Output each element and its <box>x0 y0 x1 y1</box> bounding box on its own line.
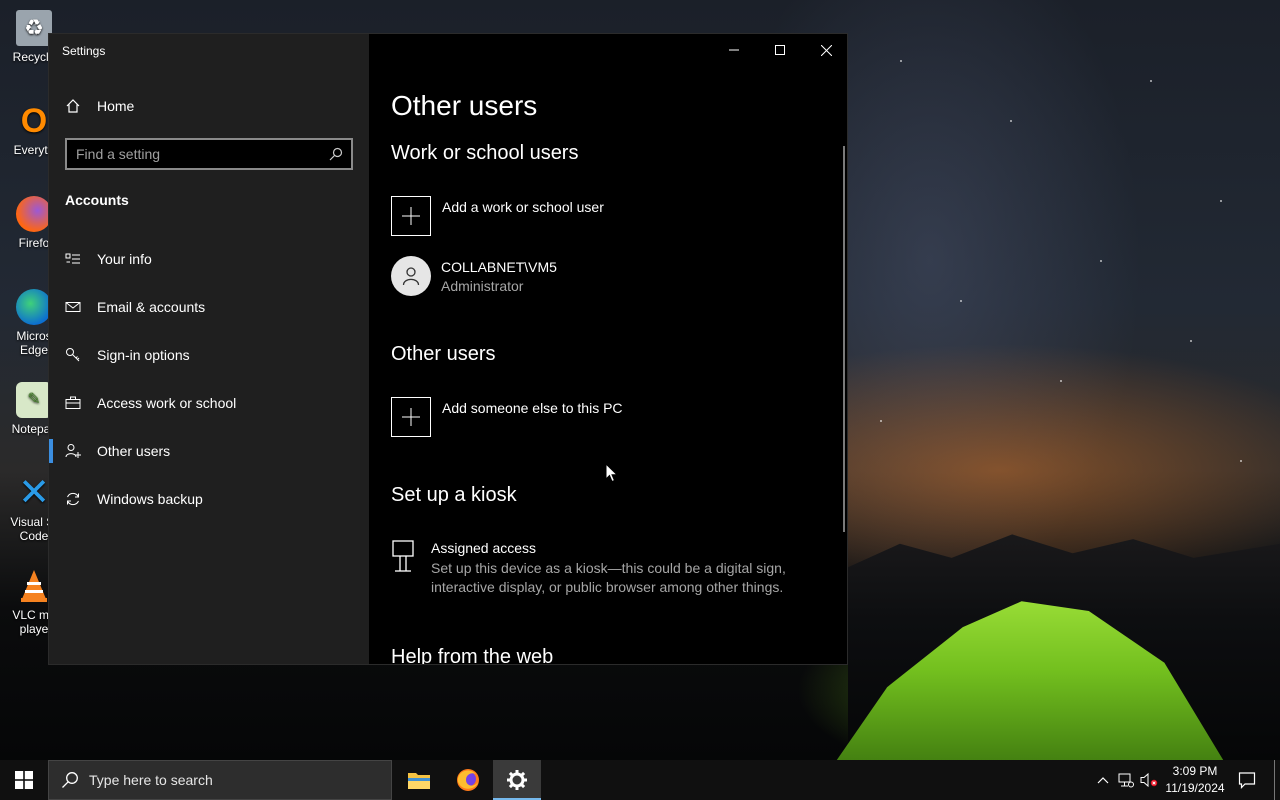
find-setting-search[interactable] <box>65 138 353 170</box>
user-name: COLLABNET\VM5 <box>441 259 557 275</box>
vlc-icon <box>16 568 52 604</box>
sidebar-item-label: Your info <box>97 251 152 267</box>
search-icon <box>62 772 78 788</box>
folder-icon <box>408 773 430 789</box>
kiosk-heading: Set up a kiosk <box>391 484 517 506</box>
sidebar-item-your-info[interactable]: Your info <box>49 239 369 279</box>
window-title: Settings <box>62 44 106 58</box>
start-button[interactable] <box>0 760 48 800</box>
settings-taskbar-button[interactable] <box>493 760 541 800</box>
other-users-heading: Other users <box>391 343 496 365</box>
mail-icon <box>49 299 97 315</box>
volume-muted-icon <box>1140 772 1158 788</box>
sidebar-item-label: Windows backup <box>97 491 203 507</box>
firefox-icon <box>457 769 479 791</box>
avatar <box>391 256 431 296</box>
sidebar-item-label: Sign-in options <box>97 347 190 363</box>
taskbar: Type here to search 3:09 PM 11/19/2024 <box>0 760 1280 800</box>
file-explorer-button[interactable] <box>395 760 443 800</box>
settings-window: Settings Home Accounts Your info Email <box>48 33 848 665</box>
find-setting-input[interactable] <box>67 140 321 168</box>
network-icon <box>1118 773 1134 788</box>
key-icon <box>49 347 97 363</box>
add-work-school-user-label: Add a work or school user <box>442 199 604 215</box>
clock-time: 3:09 PM <box>1172 764 1218 778</box>
kiosk-icon <box>392 540 414 572</box>
sidebar-item-label: Access work or school <box>97 395 237 411</box>
sidebar-item-sign-in-options[interactable]: Sign-in options <box>49 335 369 375</box>
work-school-heading: Work or school users <box>391 142 579 164</box>
plus-icon <box>391 397 431 437</box>
add-someone-else-label: Add someone else to this PC <box>442 400 623 416</box>
chevron-up-icon <box>1097 777 1109 784</box>
sidebar-item-label: Home <box>97 98 135 114</box>
assigned-access-item[interactable]: Assigned access Set up this device as a … <box>391 539 811 597</box>
windows-logo-icon <box>15 771 33 789</box>
sidebar-item-label: Other users <box>97 443 171 459</box>
gear-icon <box>507 770 527 790</box>
taskbar-search[interactable]: Type here to search <box>48 760 392 800</box>
clock-date: 11/19/2024 <box>1165 781 1225 795</box>
sidebar: Settings Home Accounts Your info Email <box>49 34 369 664</box>
sidebar-item-other-users[interactable]: Other users <box>49 431 369 471</box>
sidebar-item-home[interactable]: Home <box>49 86 369 126</box>
recycle-bin-icon: ♻ <box>16 10 52 46</box>
add-person-icon <box>49 443 97 459</box>
sidebar-item-windows-backup[interactable]: Windows backup <box>49 479 369 519</box>
vscode-icon: ✕ <box>18 472 50 514</box>
taskbar-search-placeholder: Type here to search <box>89 772 213 788</box>
page-title: Other users <box>391 90 538 121</box>
sync-icon <box>49 491 97 507</box>
sidebar-item-access-work-school[interactable]: Access work or school <box>49 383 369 423</box>
contact-card-icon <box>49 251 97 267</box>
home-icon <box>49 98 97 114</box>
network-button[interactable] <box>1115 760 1137 800</box>
search-icon <box>321 147 351 161</box>
add-someone-else-button[interactable]: Add someone else to this PC <box>391 397 623 437</box>
person-icon <box>402 267 420 286</box>
notepad-icon: ✎ <box>16 382 52 418</box>
volume-button[interactable] <box>1138 760 1160 800</box>
add-work-school-user-button[interactable]: Add a work or school user <box>391 196 604 236</box>
action-center-icon <box>1238 772 1256 789</box>
sidebar-item-email-accounts[interactable]: Email & accounts <box>49 287 369 327</box>
user-collabnet-vm5[interactable]: COLLABNET\VM5 Administrator <box>391 256 557 296</box>
help-heading: Help from the web <box>391 646 554 664</box>
content-pane: Other users Work or school users Add a w… <box>369 34 847 664</box>
assigned-access-title: Assigned access <box>431 540 537 556</box>
plus-icon <box>391 196 431 236</box>
show-hidden-icons-button[interactable] <box>1092 760 1114 800</box>
taskbar-clock[interactable]: 3:09 PM 11/19/2024 <box>1160 763 1230 797</box>
briefcase-icon <box>49 395 97 411</box>
sidebar-item-label: Email & accounts <box>97 299 206 315</box>
edge-icon <box>16 289 52 325</box>
assigned-access-description: Set up this device as a kiosk—this could… <box>431 560 786 595</box>
show-desktop-button[interactable] <box>1274 760 1275 800</box>
everything-search-icon: O <box>20 102 48 140</box>
mouse-cursor-icon <box>605 463 619 483</box>
user-role: Administrator <box>441 278 524 294</box>
firefox-taskbar-button[interactable] <box>444 760 492 800</box>
notifications-button[interactable] <box>1234 760 1260 800</box>
section-title: Accounts <box>65 192 129 208</box>
firefox-icon <box>16 196 52 232</box>
scrollbar[interactable] <box>843 146 845 532</box>
